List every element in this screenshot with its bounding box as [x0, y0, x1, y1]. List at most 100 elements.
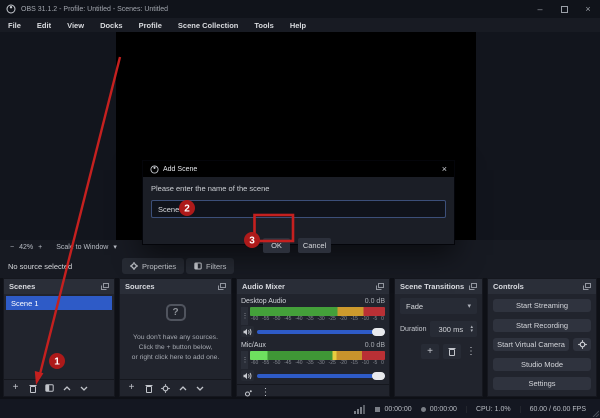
- zoom-in-icon[interactable]: +: [38, 244, 42, 251]
- add-transition-icon[interactable]: +: [421, 344, 439, 359]
- close-icon[interactable]: ×: [576, 0, 600, 18]
- add-scene-icon[interactable]: +: [8, 382, 23, 395]
- volume-slider-row: [241, 370, 385, 381]
- menu-tools[interactable]: Tools: [246, 21, 281, 30]
- dialog-title: Add Scene: [163, 166, 197, 173]
- settings-button[interactable]: Settings: [493, 377, 591, 390]
- mute-button[interactable]: [241, 370, 254, 381]
- menu-docks[interactable]: Docks: [92, 21, 131, 30]
- scene-list-item[interactable]: Scene 1: [6, 296, 112, 310]
- channel-header: Mic/Aux 0.0 dB: [241, 340, 385, 350]
- meter-tick-label: -15: [351, 360, 358, 367]
- popout-icon[interactable]: [218, 283, 226, 290]
- menu-scene-collection[interactable]: Scene Collection: [170, 21, 246, 30]
- cancel-button[interactable]: Cancel: [298, 238, 331, 253]
- spin-down-icon[interactable]: ▾: [470, 329, 473, 333]
- mute-button[interactable]: [241, 326, 254, 337]
- fps-counter: 60.00 / 60.00 FPS: [520, 406, 586, 413]
- move-source-up-icon[interactable]: [175, 382, 190, 395]
- window-title: OBS 31.1.2 - Profile: Untitled - Scenes:…: [21, 6, 168, 13]
- sources-empty-line1: You don't have any sources.: [132, 333, 220, 343]
- title-bar: OBS 31.1.2 - Profile: Untitled - Scenes:…: [0, 0, 600, 18]
- scenes-panel: Scenes Scene 1 +: [3, 278, 115, 397]
- volume-slider-knob[interactable]: [372, 328, 385, 336]
- dialog-title-bar: Add Scene ×: [143, 161, 454, 177]
- filters-button[interactable]: Filters: [186, 258, 234, 274]
- meter-tick-label: -55: [262, 360, 269, 367]
- meter-tick-label: -40: [295, 316, 302, 323]
- ok-button[interactable]: OK: [263, 238, 290, 253]
- move-scene-up-icon[interactable]: [59, 382, 74, 395]
- popout-icon[interactable]: [101, 283, 109, 290]
- resize-grip-icon[interactable]: [591, 409, 599, 417]
- menu-edit[interactable]: Edit: [29, 21, 59, 30]
- meter-tick-label: -45: [284, 360, 291, 367]
- spinner-arrows[interactable]: ▴ ▾: [470, 325, 473, 333]
- remove-source-icon[interactable]: [141, 382, 156, 395]
- menu-view[interactable]: View: [59, 21, 92, 30]
- move-scene-down-icon[interactable]: [76, 382, 91, 395]
- mixer-menu-dots-icon[interactable]: ⋮: [258, 387, 273, 400]
- audio-mixer-panel: Audio Mixer Desktop Audio 0.0 dB ⋮ -60-5…: [236, 278, 390, 397]
- add-source-icon[interactable]: +: [124, 382, 139, 395]
- volume-meter: ⋮ -60-55-50-45-40-35-30-25-20-15-10-50: [241, 307, 385, 325]
- volume-slider[interactable]: [257, 374, 385, 378]
- advanced-audio-gear-icon[interactable]: [241, 387, 256, 400]
- remove-scene-icon[interactable]: [25, 382, 40, 395]
- volume-slider[interactable]: [257, 330, 385, 334]
- volume-slider-knob[interactable]: [372, 372, 385, 380]
- channel-grip-handle[interactable]: ⋮: [241, 351, 248, 369]
- menu-file[interactable]: File: [0, 21, 29, 30]
- sources-panel: Sources ? You don't have any sources. Cl…: [119, 278, 232, 397]
- duration-row: Duration 300 ms ▴ ▾: [400, 321, 477, 337]
- source-properties-gear-icon[interactable]: [158, 382, 173, 395]
- streaming-indicator-icon: [421, 407, 426, 412]
- channel-level: 0.0 dB: [365, 298, 385, 305]
- studio-mode-button[interactable]: Studio Mode: [493, 358, 591, 371]
- popout-icon[interactable]: [376, 283, 384, 290]
- scene-filters-icon[interactable]: [42, 382, 57, 395]
- meter-tick-label: -50: [273, 316, 280, 323]
- menu-profile[interactable]: Profile: [131, 21, 170, 30]
- properties-label: Properties: [142, 262, 176, 271]
- start-streaming-button[interactable]: Start Streaming: [493, 299, 591, 312]
- network-signal-icon: [354, 405, 366, 414]
- recording-indicator-icon: [375, 407, 380, 412]
- remove-transition-icon[interactable]: [443, 344, 461, 359]
- dialog-close-icon[interactable]: ×: [442, 164, 447, 174]
- gear-icon: [130, 262, 138, 270]
- sources-toolbar: +: [120, 379, 231, 396]
- scene-name-label: Please enter the name of the scene: [151, 184, 446, 193]
- maximize-icon[interactable]: [552, 0, 576, 18]
- status-bar: 00:00:00 00:00:00 CPU: 1.0% 60.00 / 60.0…: [0, 400, 600, 418]
- channel-grip-handle[interactable]: ⋮: [241, 307, 248, 325]
- transition-menu-dots-icon[interactable]: ⋮: [465, 344, 477, 359]
- chevron-down-icon: ▾: [467, 302, 471, 310]
- scale-mode-select[interactable]: Scale to Window: [56, 244, 108, 251]
- mixer-panel-header: Audio Mixer: [237, 279, 389, 294]
- popout-icon[interactable]: [469, 283, 477, 290]
- duration-spinner[interactable]: 300 ms ▴ ▾: [430, 321, 477, 337]
- popout-icon[interactable]: [583, 283, 591, 290]
- start-virtual-camera-button[interactable]: Start Virtual Camera: [493, 338, 569, 351]
- transitions-body: Fade ▾ Duration 300 ms ▴ ▾ +: [395, 294, 482, 396]
- dock-area: Scenes Scene 1 +: [0, 278, 600, 399]
- cpu-usage: CPU: 1.0%: [466, 406, 511, 413]
- channel-name: Desktop Audio: [241, 298, 286, 305]
- gear-icon: [578, 340, 587, 349]
- meter-stack: -60-55-50-45-40-35-30-25-20-15-10-50: [250, 351, 385, 369]
- scene-name-input[interactable]: [151, 200, 446, 218]
- meter-tick-label: -10: [362, 316, 369, 323]
- meter-tick-label: -20: [340, 360, 347, 367]
- duration-value: 300 ms: [438, 325, 463, 334]
- minimize-icon[interactable]: –: [528, 0, 552, 18]
- move-source-down-icon[interactable]: [192, 382, 207, 395]
- zoom-out-icon[interactable]: −: [10, 244, 14, 251]
- menu-help[interactable]: Help: [282, 21, 314, 30]
- sources-empty-state[interactable]: ? You don't have any sources. Click the …: [120, 294, 231, 379]
- start-recording-button[interactable]: Start Recording: [493, 319, 591, 332]
- controls-panel-header: Controls: [488, 279, 596, 294]
- transition-select[interactable]: Fade ▾: [400, 298, 477, 314]
- properties-button[interactable]: Properties: [122, 258, 184, 274]
- virtual-camera-config-button[interactable]: [573, 338, 591, 351]
